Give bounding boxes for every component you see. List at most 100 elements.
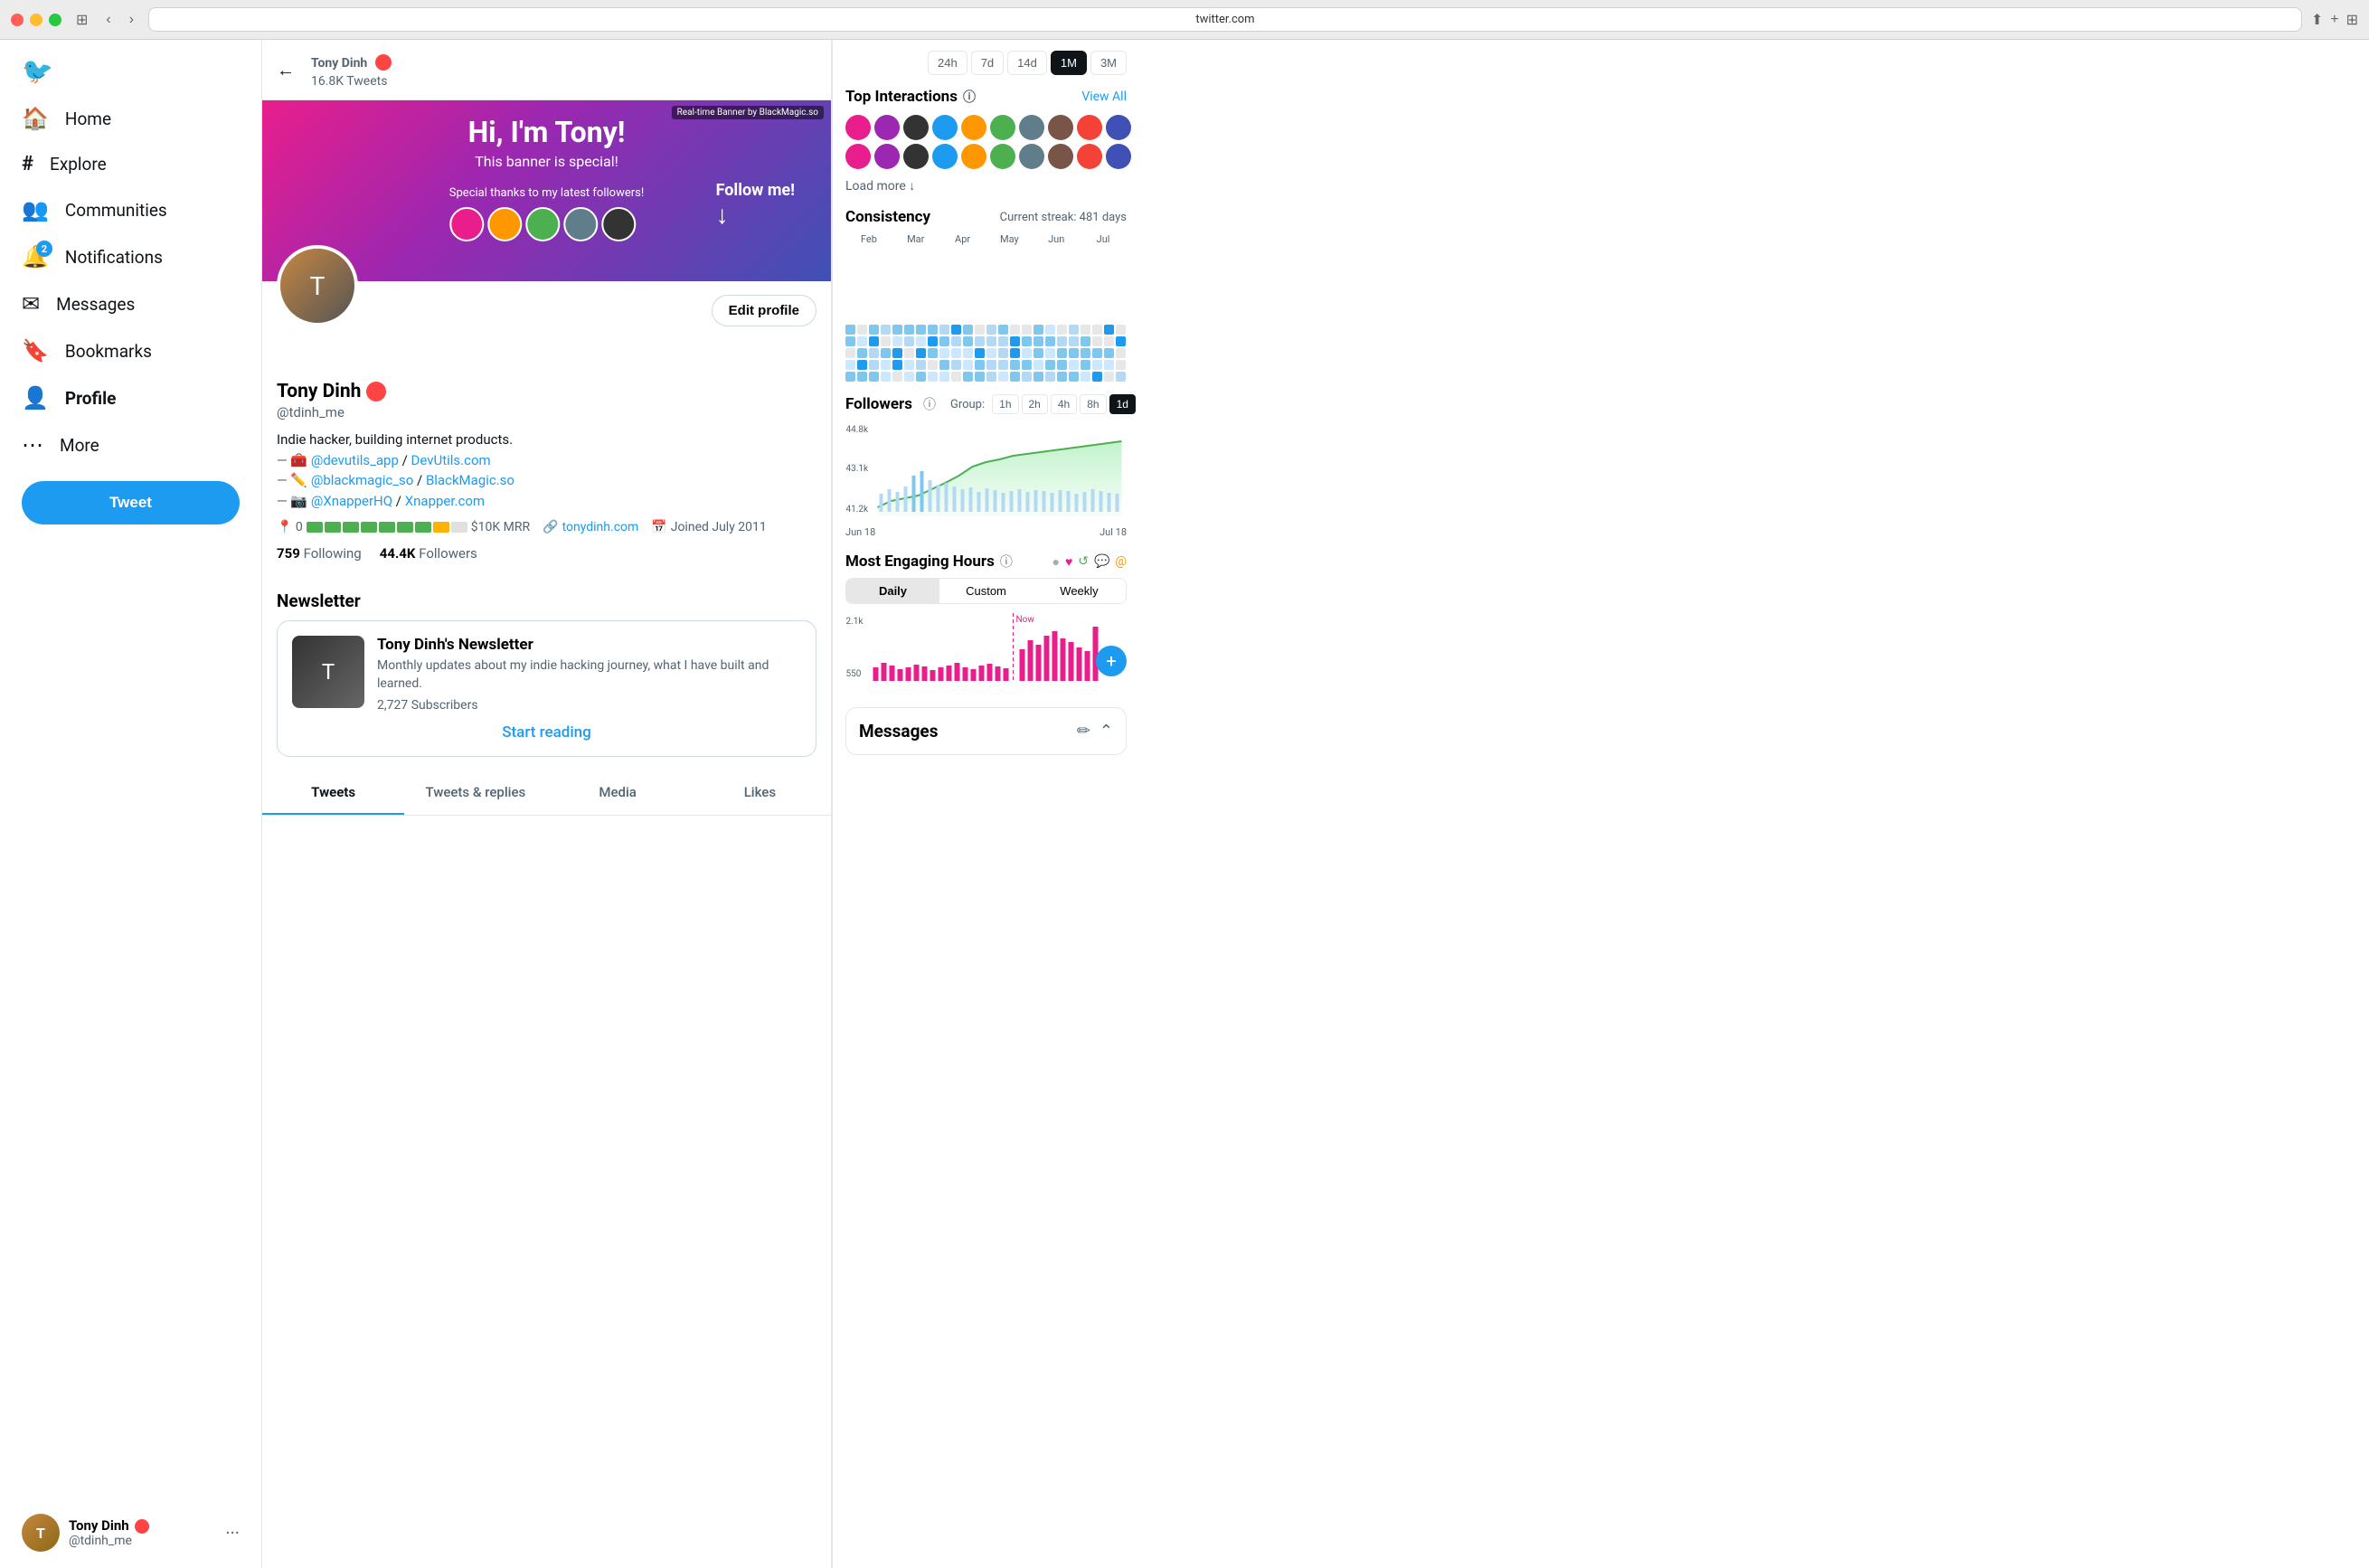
interaction-avatar[interactable]: [1048, 115, 1073, 140]
xnapper-link[interactable]: @XnapperHQ: [311, 493, 392, 509]
joined-meta: 📅 Joined July 2011: [651, 520, 767, 534]
sidebar-item-notifications[interactable]: 🔔 2 Notifications: [11, 233, 250, 280]
group-1h-btn[interactable]: 1h: [992, 394, 1018, 414]
interaction-avatar[interactable]: [990, 115, 1015, 140]
followers-chart-svg: 44.8k 43.1k 41.2k: [845, 421, 1127, 521]
sidebar-item-more[interactable]: ⋯ More: [11, 421, 250, 468]
group-1d-btn[interactable]: 1d: [1109, 394, 1136, 414]
close-button[interactable]: [11, 14, 24, 26]
edit-profile-button[interactable]: Edit profile: [712, 295, 816, 326]
share-button[interactable]: ⬆: [2311, 11, 2323, 29]
interaction-avatar[interactable]: [990, 144, 1015, 169]
blackmagic-link[interactable]: @blackmagic_so: [311, 472, 413, 488]
load-more-link[interactable]: Load more ↓: [845, 178, 1127, 194]
time-24h-button[interactable]: 24h: [928, 51, 967, 75]
engaging-info-icon[interactable]: ⓘ: [1000, 553, 1013, 571]
time-3m-button[interactable]: 3M: [1090, 51, 1127, 75]
view-all-link[interactable]: View All: [1081, 90, 1127, 104]
website-link[interactable]: tonydinh.com: [562, 520, 639, 534]
interaction-avatar[interactable]: [961, 115, 986, 140]
minimize-button[interactable]: [30, 14, 42, 26]
user-more-icon[interactable]: ···: [225, 1522, 240, 1544]
interaction-avatar[interactable]: [1106, 115, 1131, 140]
tab-tweets-replies[interactable]: Tweets & replies: [404, 771, 546, 815]
followers-info-icon[interactable]: ⓘ: [923, 395, 936, 413]
interactions-info-icon[interactable]: ⓘ: [963, 88, 976, 106]
forward-button[interactable]: ›: [124, 10, 139, 30]
user-footer[interactable]: T Tony Dinh @tdinh_me ···: [11, 1505, 250, 1561]
profile-header-info: Tony Dinh 16.8K Tweets: [311, 51, 392, 89]
sidebar-toggle[interactable]: ⊞: [71, 9, 93, 31]
engaging-icons: ● ♥ ↺ 💬 @: [1052, 554, 1127, 570]
newsletter-subscribers: 2,727 Subscribers: [377, 698, 801, 713]
interaction-avatar[interactable]: [932, 144, 958, 169]
interaction-avatar[interactable]: [845, 144, 871, 169]
time-7d-button[interactable]: 7d: [971, 51, 1004, 75]
tab-media[interactable]: Media: [547, 771, 689, 815]
profile-header-tweet-count: 16.8K Tweets: [311, 74, 387, 89]
devutils-link[interactable]: DevUtils.com: [411, 452, 491, 468]
engaging-bar: [906, 667, 911, 681]
sidebar-item-bookmarks[interactable]: 🔖 Bookmarks: [11, 327, 250, 374]
interaction-avatar[interactable]: [932, 115, 958, 140]
maximize-button[interactable]: [49, 14, 61, 26]
month-label: Mar: [892, 233, 939, 245]
address-bar[interactable]: twitter.com: [148, 7, 2302, 32]
interaction-avatar[interactable]: [903, 144, 929, 169]
interaction-avatar[interactable]: [845, 115, 871, 140]
time-1m-button[interactable]: 1M: [1051, 51, 1087, 75]
back-button[interactable]: ‹: [100, 10, 116, 30]
interaction-avatar[interactable]: [1019, 144, 1044, 169]
banner-thanks: Special thanks to my latest followers!: [449, 186, 644, 200]
sidebar-item-explore[interactable]: # Explore: [11, 142, 250, 186]
profile-handle: @tdinh_me: [277, 404, 816, 420]
messages-section: Messages ✏ ⌃: [845, 707, 1127, 755]
following-stat[interactable]: 759 Following: [277, 545, 362, 562]
interaction-avatar[interactable]: [874, 144, 900, 169]
sidebar-item-communities[interactable]: 👥 Communities: [11, 186, 250, 233]
interaction-avatar[interactable]: [1077, 144, 1102, 169]
tweet-button[interactable]: Tweet: [22, 481, 240, 524]
interaction-avatar[interactable]: [903, 115, 929, 140]
followers-stat[interactable]: 44.4K Followers: [380, 545, 477, 562]
tab-tweets[interactable]: Tweets: [262, 771, 404, 815]
interaction-avatar[interactable]: [1019, 115, 1044, 140]
new-tab-button[interactable]: +: [2330, 12, 2338, 28]
interaction-avatar[interactable]: [874, 115, 900, 140]
xnapper-com-link[interactable]: Xnapper.com: [405, 493, 485, 509]
devutils-app-link[interactable]: @devutils_app: [311, 452, 399, 468]
daily-tab-custom[interactable]: Custom: [939, 579, 1033, 603]
sidebar-item-home[interactable]: 🏠 Home: [11, 95, 250, 142]
interaction-avatar[interactable]: [1106, 144, 1131, 169]
right-panel: 24h 7d 14d 1M 3M Top Interactions ⓘ View…: [832, 40, 1139, 1568]
profile-tabs: Tweets Tweets & replies Media Likes: [262, 771, 831, 816]
tab-likes[interactable]: Likes: [689, 771, 831, 815]
time-14d-button[interactable]: 14d: [1007, 51, 1047, 75]
interaction-avatar[interactable]: [961, 144, 986, 169]
group-4h-btn[interactable]: 4h: [1051, 394, 1077, 414]
banner-arrow-icon: ↓: [716, 200, 729, 230]
banner-title: Hi, I'm Tony!: [449, 115, 644, 149]
twitter-logo[interactable]: 🐦: [11, 47, 250, 95]
interaction-avatar[interactable]: [1048, 144, 1073, 169]
compose-message-icon[interactable]: ✏: [1077, 722, 1090, 741]
blackmagic-so-link[interactable]: BlackMagic.so: [426, 472, 514, 488]
plus-button[interactable]: +: [1096, 646, 1127, 676]
group-2h-btn[interactable]: 2h: [1022, 394, 1048, 414]
sidebar-item-profile[interactable]: 👤 Profile: [11, 374, 250, 421]
sidebar-item-messages[interactable]: ✉ Messages: [11, 280, 250, 327]
collapse-messages-icon[interactable]: ⌃: [1100, 722, 1113, 741]
more-icon: ⋯: [22, 432, 43, 458]
interaction-avatar[interactable]: [1077, 115, 1102, 140]
grid-button[interactable]: ⊞: [2346, 11, 2358, 29]
profile-section: T Edit profile Tony Dinh @tdinh_me Indie…: [262, 281, 831, 576]
start-reading-button[interactable]: Start reading: [292, 713, 801, 741]
daily-tab-daily[interactable]: Daily: [846, 579, 939, 603]
group-8h-btn[interactable]: 8h: [1080, 394, 1106, 414]
chart-bar: [945, 483, 949, 512]
chart-bar: [1116, 494, 1119, 512]
chart-bar: [1059, 490, 1062, 512]
daily-tab-weekly[interactable]: Weekly: [1033, 579, 1126, 603]
back-arrow-button[interactable]: ←: [277, 59, 295, 81]
banner-avatar: [487, 207, 522, 241]
